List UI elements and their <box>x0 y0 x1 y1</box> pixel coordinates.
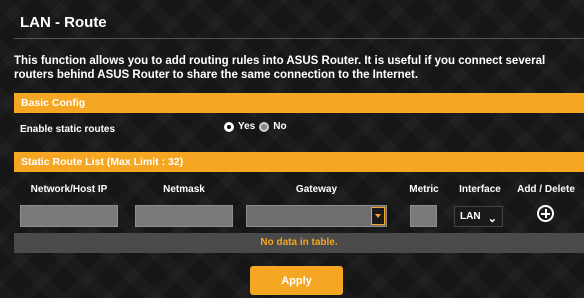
netmask-input[interactable] <box>135 205 233 227</box>
network-host-ip-input[interactable] <box>20 205 118 227</box>
column-interface: Interface <box>459 184 501 195</box>
radio-no[interactable] <box>259 121 270 132</box>
radio-yes[interactable] <box>224 121 234 132</box>
apply-button[interactable]: Apply <box>250 266 343 295</box>
title-divider <box>14 38 584 39</box>
column-add-delete: Add / Delete <box>517 184 575 195</box>
column-metric: Metric <box>409 184 439 195</box>
metric-input[interactable] <box>410 205 437 227</box>
page-description: This function allows you to add routing … <box>14 55 546 81</box>
radio-no-label[interactable]: No <box>273 121 286 132</box>
gateway-dropdown-arrow-icon[interactable] <box>371 207 385 225</box>
static-routes-radio-group: Yes No <box>224 121 287 132</box>
empty-table-message: No data in table. <box>14 233 584 253</box>
lan-route-page: LAN - Route This function allows you to … <box>0 0 584 298</box>
basic-config-header: Basic Config <box>14 93 584 113</box>
column-netmask: Netmask <box>163 184 205 195</box>
column-network-host-ip: Network/Host IP <box>30 184 108 195</box>
gateway-input[interactable] <box>246 205 387 227</box>
page-title: LAN - Route <box>20 14 107 31</box>
static-route-list-header: Static Route List (Max Limit : 32) <box>14 152 584 172</box>
radio-yes-label[interactable]: Yes <box>238 121 255 132</box>
add-route-button[interactable] <box>537 205 554 222</box>
static-routes-label: Enable static routes <box>20 124 116 135</box>
interface-select[interactable]: LAN ⌄ <box>454 206 503 227</box>
interface-select-value: LAN <box>460 211 481 222</box>
chevron-down-icon: ⌄ <box>487 213 497 225</box>
column-gateway: Gateway <box>295 184 338 195</box>
